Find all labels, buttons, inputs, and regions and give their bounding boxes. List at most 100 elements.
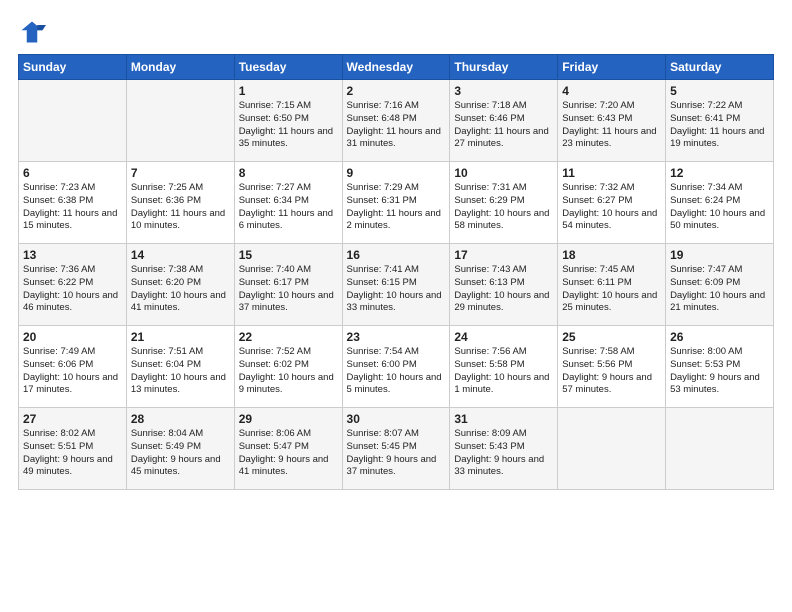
day-number: 5 [670, 84, 769, 98]
day-info: Sunrise: 7:36 AM Sunset: 6:22 PM Dayligh… [23, 264, 122, 315]
day-info: Sunrise: 8:07 AM Sunset: 5:45 PM Dayligh… [347, 428, 446, 479]
day-number: 20 [23, 330, 122, 344]
logo-icon [18, 18, 46, 46]
col-header-sunday: Sunday [19, 55, 127, 80]
day-info: Sunrise: 7:52 AM Sunset: 6:02 PM Dayligh… [239, 346, 338, 397]
day-info: Sunrise: 8:00 AM Sunset: 5:53 PM Dayligh… [670, 346, 769, 397]
day-info: Sunrise: 7:25 AM Sunset: 6:36 PM Dayligh… [131, 182, 230, 233]
day-number: 24 [454, 330, 553, 344]
day-number: 15 [239, 248, 338, 262]
day-info: Sunrise: 8:09 AM Sunset: 5:43 PM Dayligh… [454, 428, 553, 479]
day-info: Sunrise: 8:04 AM Sunset: 5:49 PM Dayligh… [131, 428, 230, 479]
calendar-cell [666, 408, 774, 490]
day-info: Sunrise: 7:20 AM Sunset: 6:43 PM Dayligh… [562, 100, 661, 151]
col-header-wednesday: Wednesday [342, 55, 450, 80]
calendar-cell: 25 Sunrise: 7:58 AM Sunset: 5:56 PM Dayli… [558, 326, 666, 408]
calendar-table: SundayMondayTuesdayWednesdayThursdayFrid… [18, 54, 774, 490]
calendar-cell: 9 Sunrise: 7:29 AM Sunset: 6:31 PM Daylig… [342, 162, 450, 244]
day-info: Sunrise: 7:54 AM Sunset: 6:00 PM Dayligh… [347, 346, 446, 397]
day-number: 6 [23, 166, 122, 180]
day-number: 13 [23, 248, 122, 262]
day-number: 29 [239, 412, 338, 426]
day-info: Sunrise: 7:34 AM Sunset: 6:24 PM Dayligh… [670, 182, 769, 233]
day-info: Sunrise: 7:32 AM Sunset: 6:27 PM Dayligh… [562, 182, 661, 233]
day-info: Sunrise: 7:16 AM Sunset: 6:48 PM Dayligh… [347, 100, 446, 151]
calendar-page: SundayMondayTuesdayWednesdayThursdayFrid… [0, 0, 792, 612]
calendar-cell: 19 Sunrise: 7:47 AM Sunset: 6:09 PM Dayli… [666, 244, 774, 326]
calendar-cell: 7 Sunrise: 7:25 AM Sunset: 6:36 PM Daylig… [126, 162, 234, 244]
day-number: 31 [454, 412, 553, 426]
calendar-cell: 11 Sunrise: 7:32 AM Sunset: 6:27 PM Dayli… [558, 162, 666, 244]
day-number: 8 [239, 166, 338, 180]
day-number: 28 [131, 412, 230, 426]
day-number: 27 [23, 412, 122, 426]
day-info: Sunrise: 7:38 AM Sunset: 6:20 PM Dayligh… [131, 264, 230, 315]
calendar-cell: 1Sunrise: 7:15 AM Sunset: 6:50 PM Daylig… [234, 80, 342, 162]
header [18, 18, 774, 46]
day-info: Sunrise: 7:18 AM Sunset: 6:46 PM Dayligh… [454, 100, 553, 151]
calendar-cell: 10 Sunrise: 7:31 AM Sunset: 6:29 PM Dayli… [450, 162, 558, 244]
day-number: 7 [131, 166, 230, 180]
calendar-cell: 23Sunrise: 7:54 AM Sunset: 6:00 PM Dayli… [342, 326, 450, 408]
day-info: Sunrise: 7:51 AM Sunset: 6:04 PM Dayligh… [131, 346, 230, 397]
calendar-cell: 17 Sunrise: 7:43 AM Sunset: 6:13 PM Dayli… [450, 244, 558, 326]
calendar-cell: 2 Sunrise: 7:16 AM Sunset: 6:48 PM Daylig… [342, 80, 450, 162]
day-info: Sunrise: 7:31 AM Sunset: 6:29 PM Dayligh… [454, 182, 553, 233]
logo [18, 18, 50, 46]
day-number: 19 [670, 248, 769, 262]
day-info: Sunrise: 7:47 AM Sunset: 6:09 PM Dayligh… [670, 264, 769, 315]
day-number: 26 [670, 330, 769, 344]
col-header-friday: Friday [558, 55, 666, 80]
day-number: 17 [454, 248, 553, 262]
calendar-cell: 28 Sunrise: 8:04 AM Sunset: 5:49 PM Dayli… [126, 408, 234, 490]
calendar-cell: 24 Sunrise: 7:56 AM Sunset: 5:58 PM Dayli… [450, 326, 558, 408]
col-header-saturday: Saturday [666, 55, 774, 80]
day-number: 12 [670, 166, 769, 180]
calendar-cell: 30 Sunrise: 8:07 AM Sunset: 5:45 PM Dayli… [342, 408, 450, 490]
day-number: 4 [562, 84, 661, 98]
calendar-cell: 13 Sunrise: 7:36 AM Sunset: 6:22 PM Dayli… [19, 244, 127, 326]
calendar-cell: 5 Sunrise: 7:22 AM Sunset: 6:41 PM Daylig… [666, 80, 774, 162]
calendar-cell [558, 408, 666, 490]
day-number: 30 [347, 412, 446, 426]
day-number: 2 [347, 84, 446, 98]
day-info: Sunrise: 7:56 AM Sunset: 5:58 PM Dayligh… [454, 346, 553, 397]
day-info: Sunrise: 7:43 AM Sunset: 6:13 PM Dayligh… [454, 264, 553, 315]
week-row-4: 20 Sunrise: 7:49 AM Sunset: 6:06 PM Dayli… [19, 326, 774, 408]
day-number: 11 [562, 166, 661, 180]
day-info: Sunrise: 7:40 AM Sunset: 6:17 PM Dayligh… [239, 264, 338, 315]
day-number: 18 [562, 248, 661, 262]
calendar-cell: 12 Sunrise: 7:34 AM Sunset: 6:24 PM Dayli… [666, 162, 774, 244]
col-header-thursday: Thursday [450, 55, 558, 80]
calendar-cell: 18 Sunrise: 7:45 AM Sunset: 6:11 PM Dayli… [558, 244, 666, 326]
day-info: Sunrise: 7:27 AM Sunset: 6:34 PM Dayligh… [239, 182, 338, 233]
calendar-cell: 31 Sunrise: 8:09 AM Sunset: 5:43 PM Dayli… [450, 408, 558, 490]
day-info: Sunrise: 8:06 AM Sunset: 5:47 PM Dayligh… [239, 428, 338, 479]
day-info: Sunrise: 7:22 AM Sunset: 6:41 PM Dayligh… [670, 100, 769, 151]
day-number: 14 [131, 248, 230, 262]
calendar-cell [126, 80, 234, 162]
day-info: Sunrise: 7:29 AM Sunset: 6:31 PM Dayligh… [347, 182, 446, 233]
day-number: 22 [239, 330, 338, 344]
week-row-2: 6Sunrise: 7:23 AM Sunset: 6:38 PM Daylig… [19, 162, 774, 244]
day-info: Sunrise: 7:58 AM Sunset: 5:56 PM Dayligh… [562, 346, 661, 397]
week-row-5: 27 Sunrise: 8:02 AM Sunset: 5:51 PM Dayli… [19, 408, 774, 490]
col-header-tuesday: Tuesday [234, 55, 342, 80]
calendar-cell: 26 Sunrise: 8:00 AM Sunset: 5:53 PM Dayli… [666, 326, 774, 408]
calendar-cell: 14 Sunrise: 7:38 AM Sunset: 6:20 PM Dayli… [126, 244, 234, 326]
day-number: 9 [347, 166, 446, 180]
calendar-cell: 4 Sunrise: 7:20 AM Sunset: 6:43 PM Daylig… [558, 80, 666, 162]
day-number: 10 [454, 166, 553, 180]
calendar-cell: 16Sunrise: 7:41 AM Sunset: 6:15 PM Dayli… [342, 244, 450, 326]
day-number: 25 [562, 330, 661, 344]
day-info: Sunrise: 8:02 AM Sunset: 5:51 PM Dayligh… [23, 428, 122, 479]
day-number: 3 [454, 84, 553, 98]
calendar-cell [19, 80, 127, 162]
calendar-cell: 6Sunrise: 7:23 AM Sunset: 6:38 PM Daylig… [19, 162, 127, 244]
calendar-cell: 15 Sunrise: 7:40 AM Sunset: 6:17 PM Dayli… [234, 244, 342, 326]
week-row-3: 13 Sunrise: 7:36 AM Sunset: 6:22 PM Dayli… [19, 244, 774, 326]
day-info: Sunrise: 7:45 AM Sunset: 6:11 PM Dayligh… [562, 264, 661, 315]
day-info: Sunrise: 7:49 AM Sunset: 6:06 PM Dayligh… [23, 346, 122, 397]
header-row: SundayMondayTuesdayWednesdayThursdayFrid… [19, 55, 774, 80]
calendar-cell: 29 Sunrise: 8:06 AM Sunset: 5:47 PM Dayli… [234, 408, 342, 490]
